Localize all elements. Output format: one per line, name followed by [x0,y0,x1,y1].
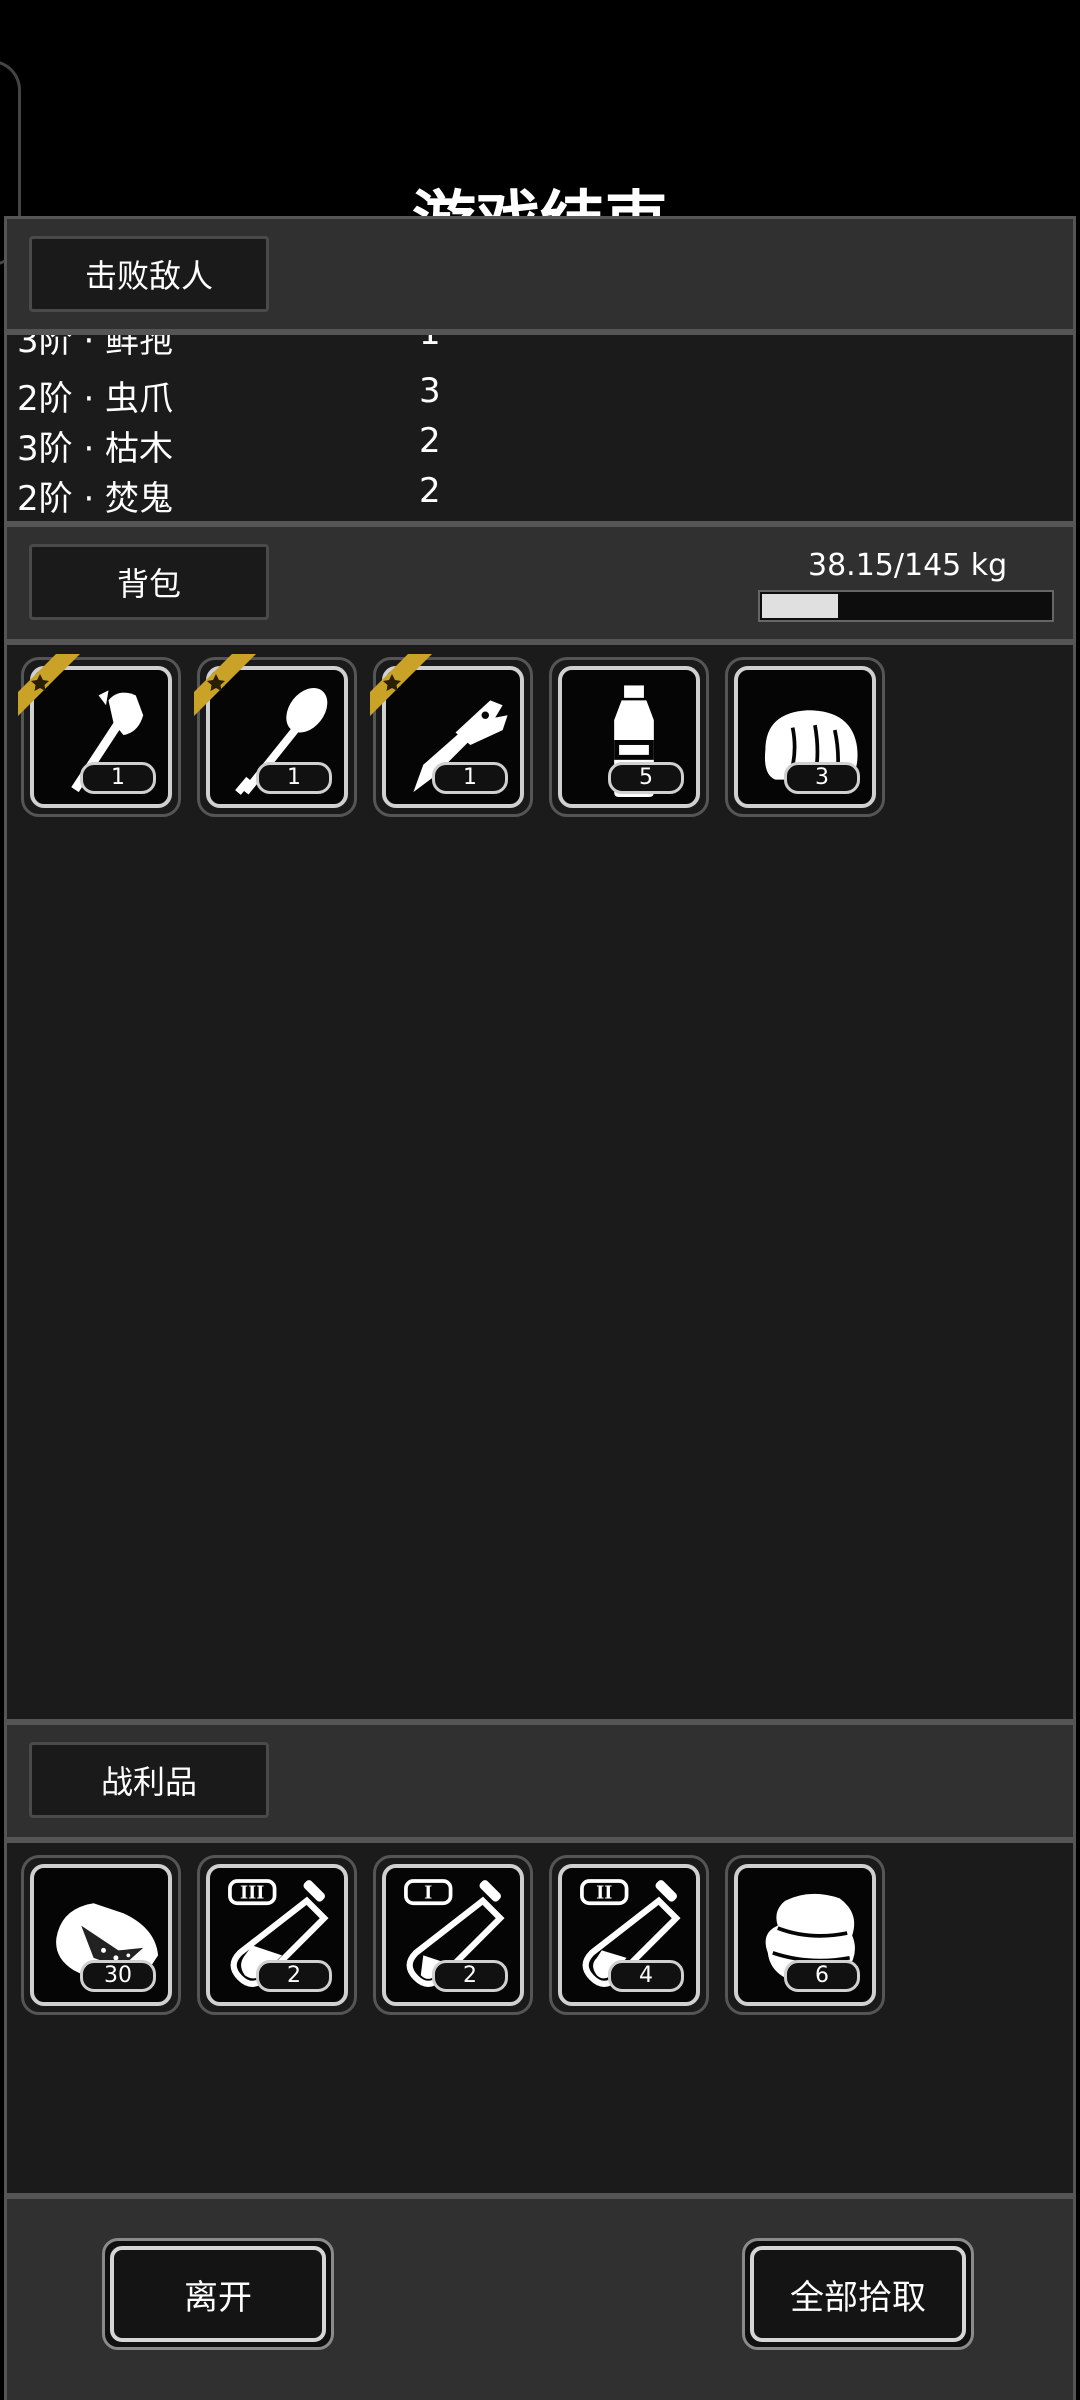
weight-bar-fill [762,594,838,618]
item-quantity: 1 [432,762,508,794]
loot-slot[interactable]: 30 [21,1855,181,2015]
loot-slot[interactable]: II 4 [549,1855,709,2015]
leave-button[interactable]: 离开 [102,2238,334,2350]
starred-ribbon [370,654,446,730]
page-title: 游戏结束 [0,172,1080,216]
loot-tab-label: 战利品 [100,1763,197,1801]
enemy-count: 2 [419,421,441,461]
enemy-list: 3阶 · 鲜孢 1 2阶 · 虫爪 3 3阶 · 枯木 2 2阶 · 焚鬼 2 [17,335,1063,521]
enemy-name: 3阶 · 鲜孢 [17,335,174,361]
enemy-name: 2阶 · 焚鬼 [17,479,174,519]
item-quantity: 2 [256,1960,332,1992]
defeated-list-area[interactable]: 3阶 · 鲜孢 1 2阶 · 虫爪 3 3阶 · 枯木 2 2阶 · 焚鬼 2 [4,332,1076,524]
enemy-count: 1 [419,335,441,353]
item-quantity: 6 [784,1960,860,1992]
defeated-tab-label: 击败敌人 [84,257,213,295]
weight-readout: 38.15/145 kg [808,548,1008,583]
enemy-name: 3阶 · 枯木 [17,429,174,469]
backpack-slot[interactable]: 1 [18,654,181,817]
backpack-grid: 1 1 1 5 3 [4,642,1076,1722]
loot-slot[interactable]: 6 [725,1855,885,2015]
starred-ribbon [194,654,270,730]
item-quantity: 30 [80,1960,156,1992]
loot-slot[interactable]: III 2 [197,1855,357,2015]
leave-button-label: 离开 [184,2277,252,2318]
loot-grid: 30 III 2 I 2 II 4 6 [4,1840,1076,2196]
game-over-screen: 游戏结束 击败敌人 3阶 · 鲜孢 1 2阶 · 虫爪 3 3阶 · 枯木 2 … [0,0,1080,2400]
item-quantity: 3 [784,762,860,794]
item-quantity: 5 [608,762,684,794]
backpack-slot[interactable]: 1 [370,654,533,817]
backpack-header-bar: 背包 [4,524,1076,642]
backpack-slot[interactable]: 3 [725,657,885,817]
loot-tab[interactable]: 战利品 [29,1742,269,1818]
tier-label: I [424,1883,432,1903]
enemy-count: 3 [419,371,441,411]
tier-label: III [240,1883,264,1903]
item-quantity: 1 [256,762,332,794]
backpack-slot[interactable]: 5 [549,657,709,817]
item-quantity: 2 [432,1960,508,1992]
backpack-tab[interactable]: 背包 [29,544,269,620]
item-quantity: 4 [608,1960,684,1992]
loot-slot[interactable]: I 2 [373,1855,533,2015]
enemy-name: 2阶 · 虫爪 [17,379,174,419]
backpack-slot[interactable]: 1 [194,654,357,817]
defeated-header-bar: 击败敌人 [4,216,1076,332]
item-quantity: 1 [80,762,156,794]
pickup-all-button[interactable]: 全部拾取 [742,2238,974,2350]
weight-bar [758,590,1054,622]
defeated-tab[interactable]: 击败敌人 [29,236,269,312]
backpack-tab-label: 背包 [116,565,181,603]
tier-label: II [596,1883,612,1903]
loot-header-bar: 战利品 [4,1722,1076,1840]
starred-ribbon [18,654,94,730]
enemy-count: 2 [419,471,441,511]
pickup-all-button-label: 全部拾取 [790,2277,926,2318]
